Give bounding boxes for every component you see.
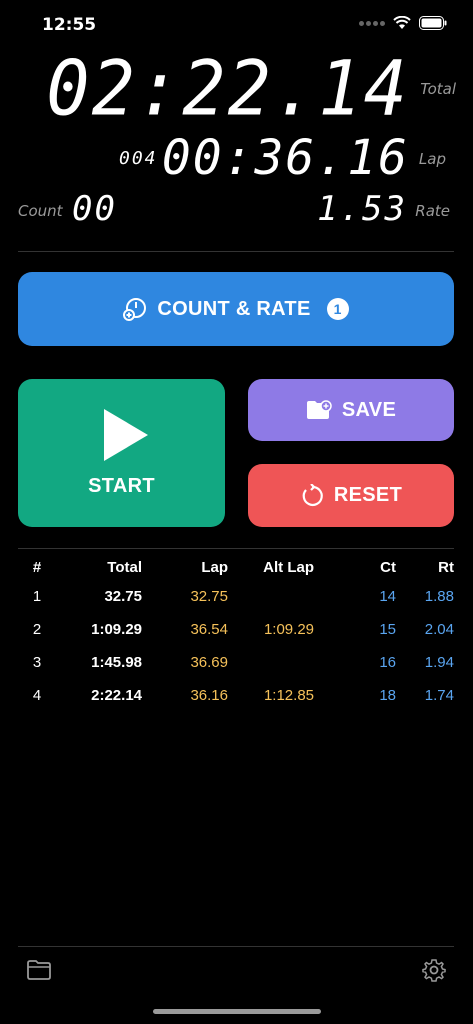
- reset-button[interactable]: RESET: [248, 464, 454, 527]
- row-alt-lap: 1:12.85: [263, 687, 314, 704]
- header-rt: Rt: [438, 558, 454, 576]
- wifi-icon: [393, 16, 411, 29]
- count-rate-badge: 1: [326, 298, 349, 320]
- status-time: 12:55: [42, 15, 97, 35]
- count-rate-button[interactable]: COUNT & RATE 1: [18, 272, 454, 346]
- row-rt: 1.94: [424, 654, 454, 671]
- row-lap: 36.54: [190, 621, 228, 638]
- total-time: 02:22.14: [46, 43, 409, 133]
- start-label: START: [88, 474, 155, 497]
- home-indicator: [153, 1009, 321, 1014]
- battery-icon: [419, 16, 447, 30]
- row-rt: 1.88: [424, 588, 454, 605]
- row-num: 2: [32, 621, 42, 638]
- save-button[interactable]: SAVE: [248, 379, 454, 441]
- row-num: 1: [32, 588, 42, 605]
- row-ct: 14: [379, 588, 396, 605]
- divider: [18, 548, 454, 549]
- folder-icon[interactable]: [26, 958, 52, 982]
- save-label: SAVE: [341, 398, 397, 421]
- reset-icon: [302, 483, 323, 506]
- lap-time: 00:36.16: [161, 130, 409, 186]
- row-ct: 18: [379, 687, 396, 704]
- folder-add-icon: [306, 400, 332, 419]
- count-rate-label: COUNT & RATE: [157, 297, 311, 320]
- divider: [18, 251, 454, 252]
- header-alt-lap: Alt Lap: [263, 558, 314, 576]
- table-row[interactable]: 3 1:45.98 36.69 16 1.94: [18, 646, 454, 679]
- header-num: #: [32, 558, 42, 576]
- table-row[interactable]: 1 32.75 32.75 14 1.88: [18, 580, 454, 613]
- row-num: 4: [32, 687, 42, 704]
- row-lap: 36.16: [190, 687, 228, 704]
- row-ct: 15: [379, 621, 396, 638]
- bottom-divider: [18, 946, 454, 947]
- table-header: # Total Lap Alt Lap Ct Rt: [18, 554, 454, 580]
- row-lap: 32.75: [190, 588, 228, 605]
- row-ct: 16: [379, 654, 396, 671]
- total-label: Total: [420, 80, 456, 98]
- lap-number: 004: [119, 148, 158, 169]
- row-alt-lap: [228, 646, 314, 679]
- table-row[interactable]: 2 1:09.29 36.54 1:09.29 15 2.04: [18, 613, 454, 646]
- status-icons: [359, 16, 447, 30]
- header-total: Total: [107, 558, 142, 576]
- rate-value: 1.53: [317, 189, 407, 229]
- row-total: 1:09.29: [91, 621, 142, 638]
- row-total: 32.75: [104, 588, 142, 605]
- count-label: Count: [18, 202, 63, 220]
- table-row[interactable]: 4 2:22.14 36.16 1:12.85 18 1.74: [18, 679, 454, 712]
- row-rt: 2.04: [424, 621, 454, 638]
- start-button[interactable]: START: [18, 379, 225, 527]
- signal-icon: [359, 20, 385, 26]
- row-alt-lap: [228, 580, 314, 613]
- play-icon: [103, 408, 148, 461]
- row-rt: 1.74: [424, 687, 454, 704]
- header-ct: Ct: [380, 558, 396, 576]
- row-alt-lap: 1:09.29: [263, 621, 314, 638]
- row-total: 1:45.98: [91, 654, 142, 671]
- reset-label: RESET: [333, 484, 403, 506]
- rate-label: Rate: [415, 202, 450, 220]
- row-num: 3: [32, 654, 42, 671]
- row-total: 2:22.14: [91, 687, 142, 704]
- count-value: 00: [72, 189, 117, 229]
- speedometer-icon: [123, 298, 147, 321]
- header-lap: Lap: [201, 558, 228, 576]
- gear-icon[interactable]: [421, 958, 447, 982]
- lap-label: Lap: [418, 150, 446, 168]
- laps-table: # Total Lap Alt Lap Ct Rt 1 32.75 32.75 …: [18, 554, 454, 712]
- row-lap: 36.69: [190, 654, 228, 671]
